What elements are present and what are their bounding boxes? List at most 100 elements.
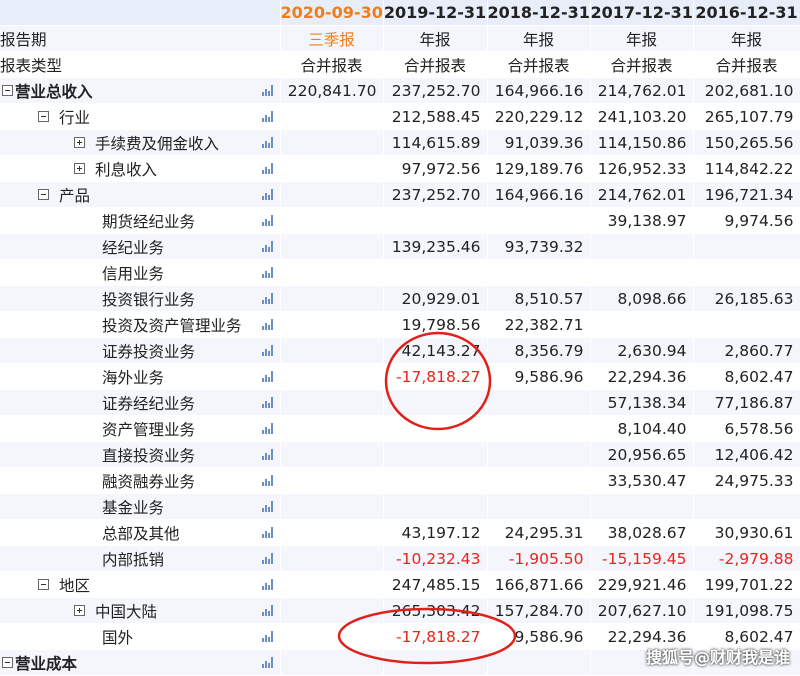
value-cell [280, 103, 384, 130]
table-row[interactable]: 投资及资产管理业务 19,798.56 22,382.71 [0, 311, 800, 338]
value-cell [280, 285, 384, 312]
table-row[interactable]: 证券经纪业务 57,138.34 77,186.87 [0, 389, 800, 416]
table-row[interactable]: 期货经纪业务 39,138.97 9,974.56 [0, 207, 800, 234]
chart-icon[interactable] [261, 449, 274, 460]
value-cell [693, 233, 800, 260]
value-cell [383, 389, 488, 416]
value-cell: 24,295.31 [487, 519, 591, 546]
value-cell: 164,966.16 [487, 181, 591, 208]
chart-icon[interactable] [261, 605, 274, 616]
value-cell [280, 259, 384, 286]
value-cell [487, 259, 591, 286]
header-date[interactable]: 2017-12-31 [590, 0, 694, 26]
chart-icon[interactable] [261, 657, 274, 668]
table-row[interactable]: 利息收入 97,972.56 129,189.76 126,952.33 114,842… [0, 155, 800, 182]
chart-icon[interactable] [261, 345, 274, 356]
value-cell: -15,159.45 [590, 545, 694, 572]
collapse-icon[interactable] [2, 657, 13, 668]
header-date[interactable]: 2016-12-31 [693, 0, 800, 26]
table-row[interactable]: 直接投资业务 20,956.65 12,406.42 [0, 441, 800, 468]
table-row[interactable]: 资产管理业务 8,104.40 6,578.56 [0, 415, 800, 442]
chart-icon[interactable] [261, 501, 274, 512]
chart-icon[interactable] [261, 241, 274, 252]
chart-icon[interactable] [261, 371, 274, 382]
table-row[interactable]: 手续费及佣金收入 114,615.89 91,039.36 114,150.86 150… [0, 129, 800, 156]
chart-icon[interactable] [261, 631, 274, 642]
expand-icon[interactable] [74, 605, 85, 616]
table-row[interactable]: 内部抵销 -10,232.43 -1,905.50 -15,159.45 -2,979.… [0, 545, 800, 572]
header-date[interactable]: 2019-12-31 [383, 0, 488, 26]
row-label: 国外 [102, 628, 134, 647]
value-cell [280, 155, 384, 182]
chart-icon[interactable] [261, 85, 274, 96]
table-row[interactable]: 海外业务 -17,818.27 9,586.96 22,294.36 8,602.47 [0, 363, 800, 390]
value-cell [280, 441, 384, 468]
row-label: 利息收入 [95, 160, 158, 179]
value-cell [280, 649, 384, 676]
value-cell [590, 259, 694, 286]
value-cell: 97,972.56 [383, 155, 488, 182]
chart-icon[interactable] [261, 319, 274, 330]
chart-icon[interactable] [261, 553, 274, 564]
header-date[interactable]: 2018-12-31 [487, 0, 591, 26]
value-cell: 212,588.45 [383, 103, 488, 130]
table-row[interactable]: 产品 237,252.70 164,966.16 214,762.01 196,721.… [0, 181, 800, 208]
table-row[interactable]: 经纪业务 139,235.46 93,739.32 [0, 233, 800, 260]
table-row[interactable]: 中国大陆 265,303.42 157,284.70 207,627.10 191,09… [0, 597, 800, 624]
chart-icon[interactable] [261, 189, 274, 200]
chart-icon[interactable] [261, 137, 274, 148]
table-row[interactable]: 营业总收入 220,841.70 237,252.70 164,966.16 214,7… [0, 77, 800, 104]
table-row[interactable]: 投资银行业务 20,929.01 8,510.57 8,098.66 26,185.63 [0, 285, 800, 312]
table-row[interactable]: 行业 212,588.45 220,229.12 241,103.20 265,107.… [0, 103, 800, 130]
table-row[interactable]: 总部及其他 43,197.12 24,295.31 38,028.67 30,930.6… [0, 519, 800, 546]
value-cell [487, 389, 591, 416]
value-cell: 214,762.01 [590, 181, 694, 208]
chart-icon[interactable] [261, 111, 274, 122]
table-row[interactable]: 证券投资业务 42,143.27 8,356.79 2,630.94 2,860.77 [0, 337, 800, 364]
chart-icon[interactable] [261, 293, 274, 304]
table-row[interactable]: 信用业务 [0, 259, 800, 286]
value-cell [693, 259, 800, 286]
row-label: 海外业务 [102, 368, 165, 387]
expand-icon[interactable] [74, 137, 85, 148]
financial-table: 2020-09-30 2019-12-31 2018-12-31 2017-12-31… [0, 0, 800, 676]
value-cell: 91,039.36 [487, 129, 591, 156]
value-cell: 199,701.22 [693, 571, 800, 598]
collapse-icon[interactable] [38, 111, 49, 122]
row-label-cell: 利息收入 [0, 155, 281, 182]
row-label: 证券投资业务 [102, 342, 196, 361]
chart-icon[interactable] [261, 215, 274, 226]
value-cell: -17,818.27 [383, 623, 488, 650]
value-cell [383, 649, 488, 676]
table-row[interactable]: 地区 247,485.15 166,871.66 229,921.46 199,701.… [0, 571, 800, 598]
value-cell: 8,602.47 [693, 363, 800, 390]
expand-icon[interactable] [74, 163, 85, 174]
collapse-icon[interactable] [38, 579, 49, 590]
collapse-icon[interactable] [38, 189, 49, 200]
value-cell: 196,721.34 [693, 181, 800, 208]
meta-value: 年报 [487, 25, 591, 52]
chart-icon[interactable] [261, 527, 274, 538]
chart-icon[interactable] [261, 475, 274, 486]
value-cell [383, 467, 488, 494]
value-cell: 9,586.96 [487, 363, 591, 390]
row-label-cell: 融资融券业务 [0, 467, 281, 494]
meta-value: 合并报表 [280, 51, 384, 78]
value-cell: -10,232.43 [383, 545, 488, 572]
row-label: 经纪业务 [102, 238, 165, 257]
value-cell [280, 181, 384, 208]
table-row[interactable]: 融资融券业务 33,530.47 24,975.33 [0, 467, 800, 494]
value-cell [383, 259, 488, 286]
chart-icon[interactable] [261, 163, 274, 174]
value-cell: 114,842.22 [693, 155, 800, 182]
chart-icon[interactable] [261, 397, 274, 408]
collapse-icon[interactable] [2, 85, 13, 96]
chart-icon[interactable] [261, 423, 274, 434]
row-label: 期货经纪业务 [102, 212, 196, 231]
header-date[interactable]: 2020-09-30 [280, 0, 384, 26]
value-cell [383, 493, 488, 520]
chart-icon[interactable] [261, 579, 274, 590]
table-row[interactable]: 基金业务 [0, 493, 800, 520]
chart-icon[interactable] [261, 267, 274, 278]
row-label: 中国大陆 [95, 602, 158, 621]
